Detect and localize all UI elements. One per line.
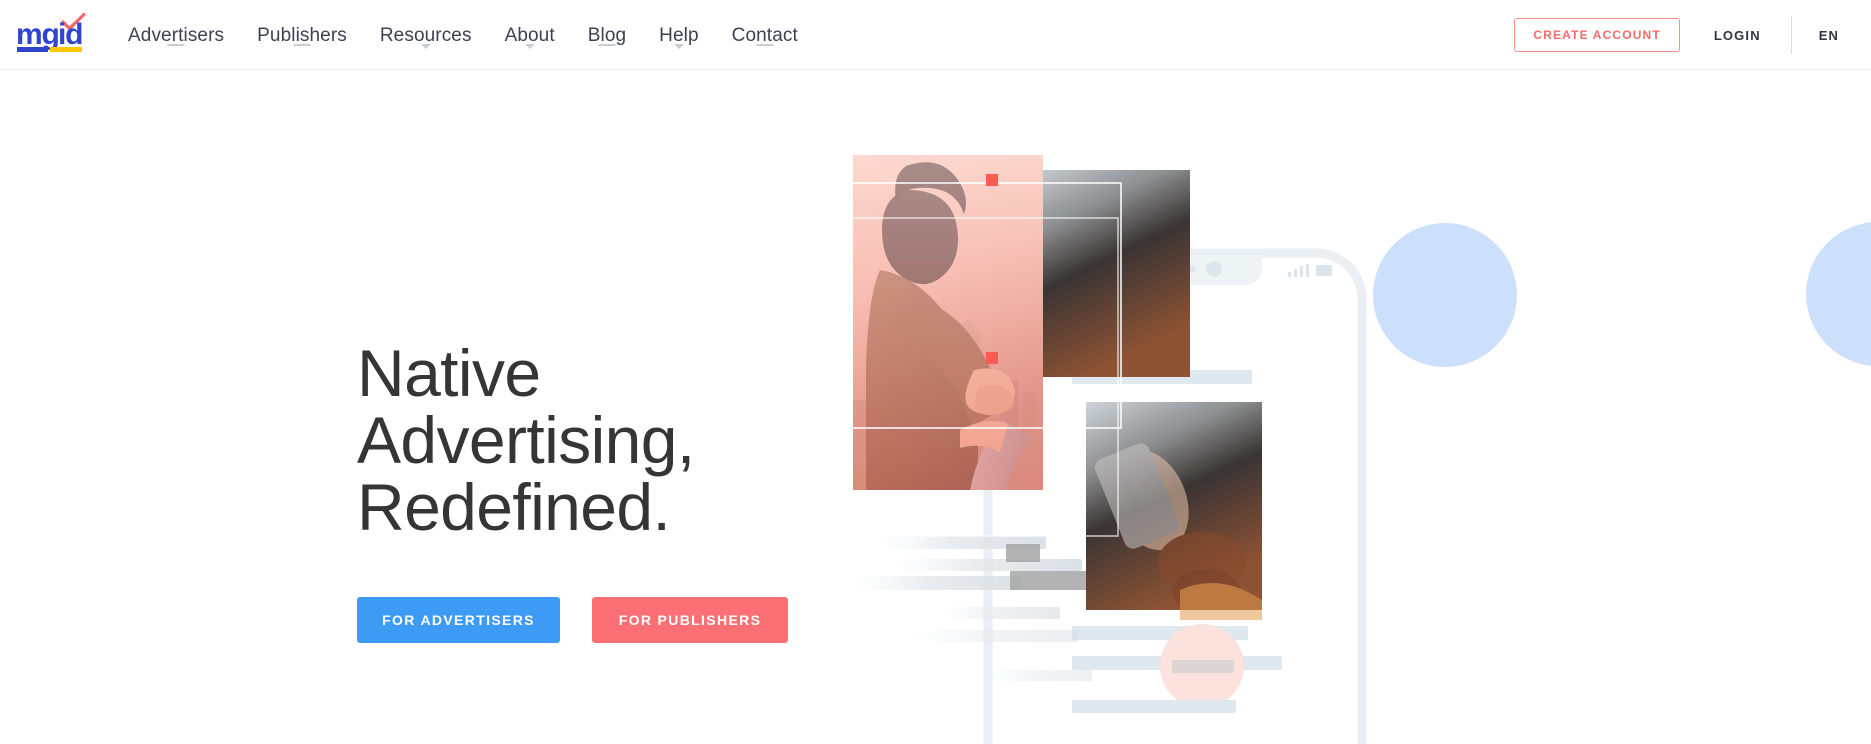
chevron-down-icon — [524, 44, 535, 49]
chevron-down-icon — [420, 44, 431, 49]
hero-section: Native Advertising, Redefined. FOR ADVER… — [0, 70, 1871, 744]
nav-label: Advertisers — [128, 24, 225, 46]
nav-dash-indicator — [167, 44, 185, 46]
mgid-logo[interactable]: mg id — [14, 11, 92, 55]
nav-dash-indicator — [293, 44, 311, 46]
mgid-logo-icon: mg id — [16, 12, 86, 52]
nav-item-blog[interactable]: Blog — [588, 0, 626, 70]
decorative-circle-blue-2 — [1373, 223, 1517, 367]
svg-text:mg: mg — [16, 18, 59, 51]
svg-text:id: id — [58, 18, 82, 51]
language-switcher[interactable]: EN — [1819, 28, 1839, 43]
selection-handles — [986, 174, 998, 364]
phone-text-placeholder — [1072, 370, 1252, 384]
create-account-button[interactable]: CREATE ACCOUNT — [1514, 18, 1680, 52]
chevron-down-icon — [673, 44, 684, 49]
hero-cta-group: FOR ADVERTISERS FOR PUBLISHERS — [357, 597, 857, 643]
nav-item-about[interactable]: About — [505, 0, 555, 70]
phone-status-time: 9:41 — [1018, 261, 1051, 280]
nav-label: Resources — [379, 24, 472, 46]
nav-label: About — [504, 24, 555, 46]
nav-item-contact[interactable]: Contact — [732, 0, 798, 70]
header-actions: CREATE ACCOUNT LOGIN EN — [1514, 0, 1871, 70]
nav-label: Publishers — [257, 24, 347, 46]
nav-label: Help — [659, 24, 699, 46]
nav-item-resources[interactable]: Resources — [380, 0, 472, 70]
photo-salmon-overlay — [853, 155, 1043, 490]
nav-label: Blog — [587, 24, 627, 46]
hero-illustration-svg: 9:41 — [850, 155, 1871, 744]
site-header: mg id Advertisers Publishers Resources A… — [0, 0, 1871, 70]
login-button[interactable]: LOGIN — [1714, 28, 1761, 43]
decorative-circle-blue — [1806, 222, 1871, 366]
nav-dash-indicator — [598, 44, 616, 46]
nav-item-help[interactable]: Help — [659, 0, 699, 70]
header-divider — [1790, 16, 1792, 54]
hero-copy: Native Advertising, Redefined. FOR ADVER… — [357, 340, 857, 643]
hero-illustration: 9:41 — [850, 70, 1871, 744]
handle-top-right — [986, 174, 998, 186]
nav-item-advertisers[interactable]: Advertisers — [128, 0, 224, 70]
selection-frames — [850, 182, 1122, 537]
main-navigation: Advertisers Publishers Resources About B… — [128, 0, 798, 70]
for-publishers-button[interactable]: FOR PUBLISHERS — [592, 597, 788, 643]
handle-bottom-right — [986, 352, 998, 364]
decorative-circle-salmon — [1160, 624, 1244, 708]
phone-mockup: 9:41 — [983, 170, 1367, 744]
nav-label: Contact — [731, 24, 798, 46]
page-title: Native Advertising, Redefined. — [357, 336, 695, 544]
hero-photo-couple — [853, 155, 1043, 490]
faded-placeholder-bars — [854, 536, 1092, 681]
phone-article-image — [1018, 170, 1190, 377]
nav-item-publishers[interactable]: Publishers — [257, 0, 347, 70]
for-advertisers-button[interactable]: FOR ADVERTISERS — [357, 597, 560, 643]
nav-dash-indicator — [756, 44, 774, 46]
